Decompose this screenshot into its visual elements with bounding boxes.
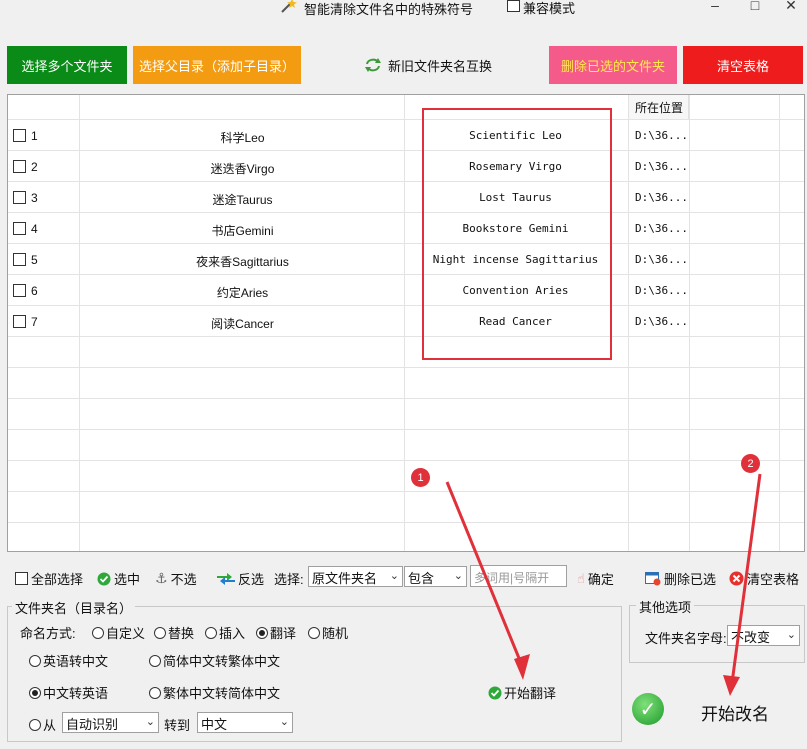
annotation-badge-1: 1	[411, 468, 430, 487]
annotation-arrowhead-2	[723, 675, 740, 696]
annotation-overlay	[445, 473, 762, 696]
annotation-arrowhead-1	[514, 654, 530, 680]
annotation-arrow-2	[730, 473, 762, 684]
annotation-arrow-1	[445, 481, 525, 669]
annotation-badge-2: 2	[741, 454, 760, 473]
